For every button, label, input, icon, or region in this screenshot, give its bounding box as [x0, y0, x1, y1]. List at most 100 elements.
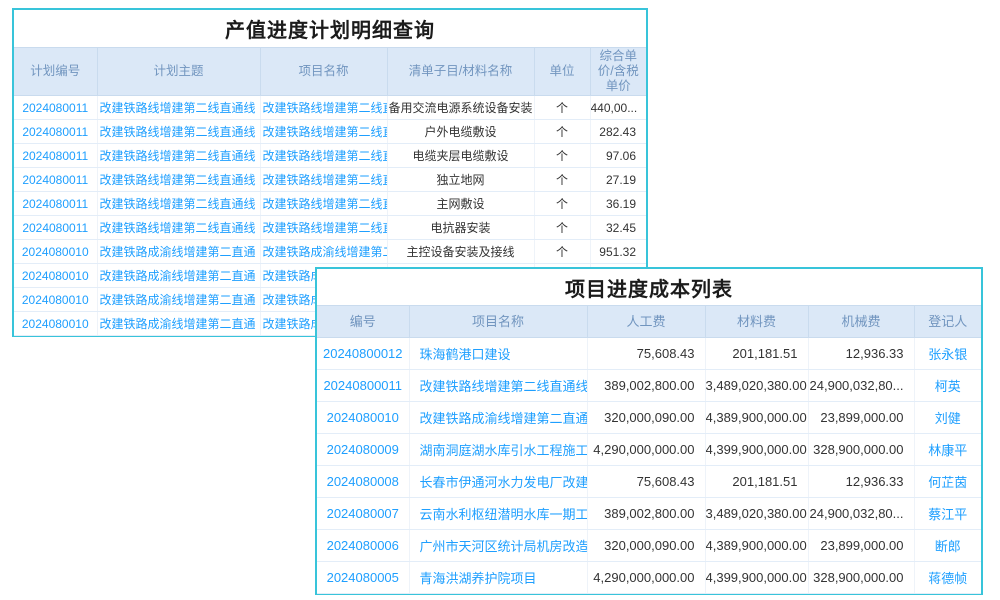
- table-row: 2024080005青海洪湖养护院项目4,290,000,000.004,399…: [317, 562, 981, 594]
- cell-project-name[interactable]: 珠海鹤港口建设: [409, 338, 587, 370]
- column-header: 编号: [317, 306, 409, 338]
- cell-project-name[interactable]: 改建铁路线增建第二线直通线: [260, 192, 387, 216]
- cell-registrant[interactable]: 断郎: [914, 530, 981, 562]
- cell-project-name[interactable]: 改建铁路成渝线增建第二直通...: [409, 402, 587, 434]
- cell-plan-subject[interactable]: 改建铁路线增建第二线直通线: [97, 216, 260, 240]
- column-header: 计划编号: [14, 48, 97, 96]
- cell-project-name[interactable]: 改建铁路线增建第二线直通线: [260, 96, 387, 120]
- cell-item-name: 主网敷设: [387, 192, 534, 216]
- cell-project-name[interactable]: 青海洪湖养护院项目: [409, 562, 587, 594]
- cell-no[interactable]: 20240800011: [317, 370, 409, 402]
- cell-no[interactable]: 2024080007: [317, 498, 409, 530]
- cell-unit: 个: [534, 96, 590, 120]
- cell-registrant[interactable]: 刘健: [914, 402, 981, 434]
- cost-list-panel: 项目进度成本列表 编号项目名称人工费材料费机械费登记人 20240800012珠…: [315, 267, 983, 595]
- cell-project-name[interactable]: 湖南洞庭湖水库引水工程施工...: [409, 434, 587, 466]
- cell-project-name[interactable]: 改建铁路线增建第二线直通线: [260, 120, 387, 144]
- cell-machine-fee: 328,900,000.00: [808, 434, 914, 466]
- cell-plan-no[interactable]: 2024080011: [14, 192, 97, 216]
- cell-plan-no[interactable]: 2024080011: [14, 96, 97, 120]
- cell-no[interactable]: 2024080005: [317, 562, 409, 594]
- cell-project-name[interactable]: 广州市天河区统计局机房改造...: [409, 530, 587, 562]
- cell-registrant[interactable]: 张永银: [914, 338, 981, 370]
- table-header-row: 计划编号计划主题项目名称清单子目/材料名称单位综合单价/含税单价: [14, 48, 646, 96]
- cell-plan-subject[interactable]: 改建铁路成渝线增建第二直通: [97, 240, 260, 264]
- cell-unit-price: 36.19: [590, 192, 646, 216]
- table-row: 20240800012珠海鹤港口建设75,608.43201,181.5112,…: [317, 338, 981, 370]
- cell-no[interactable]: 20240800012: [317, 338, 409, 370]
- cell-labor-fee: 4,290,000,000.00: [587, 434, 705, 466]
- cell-unit-price: 97.06: [590, 144, 646, 168]
- cell-plan-subject[interactable]: 改建铁路成渝线增建第二直通: [97, 312, 260, 336]
- cell-registrant[interactable]: 何芷茵: [914, 466, 981, 498]
- cell-registrant[interactable]: 蔡江平: [914, 498, 981, 530]
- cell-labor-fee: 75,608.43: [587, 338, 705, 370]
- cell-project-name[interactable]: 改建铁路线增建第二线直通线...: [409, 370, 587, 402]
- cell-plan-no[interactable]: 2024080010: [14, 240, 97, 264]
- cell-registrant[interactable]: 蒋德帧: [914, 562, 981, 594]
- table-row: 2024080011改建铁路线增建第二线直通线改建铁路线增建第二线直通线户外电缆…: [14, 120, 646, 144]
- cell-registrant[interactable]: 柯英: [914, 370, 981, 402]
- column-header: 人工费: [587, 306, 705, 338]
- column-header: 清单子目/材料名称: [387, 48, 534, 96]
- table-row: 2024080010改建铁路成渝线增建第二直通...320,000,090.00…: [317, 402, 981, 434]
- table-row: 20240800011改建铁路线增建第二线直通线...389,002,800.0…: [317, 370, 981, 402]
- cell-item-name: 备用交流电源系统设备安装: [387, 96, 534, 120]
- cell-machine-fee: 24,900,032,80...: [808, 498, 914, 530]
- cell-plan-subject[interactable]: 改建铁路线增建第二线直通线: [97, 96, 260, 120]
- cell-plan-subject[interactable]: 改建铁路线增建第二线直通线: [97, 120, 260, 144]
- cell-project-name[interactable]: 长春市伊通河水力发电厂改建...: [409, 466, 587, 498]
- panel-title: 项目进度成本列表: [317, 269, 981, 305]
- cell-item-name: 户外电缆敷设: [387, 120, 534, 144]
- cell-unit-price: 951.32: [590, 240, 646, 264]
- cell-plan-subject[interactable]: 改建铁路线增建第二线直通线: [97, 168, 260, 192]
- cell-unit: 个: [534, 192, 590, 216]
- cell-no[interactable]: 2024080009: [317, 434, 409, 466]
- column-header: 计划主题: [97, 48, 260, 96]
- cell-plan-no[interactable]: 2024080011: [14, 168, 97, 192]
- cell-plan-no[interactable]: 2024080010: [14, 312, 97, 336]
- table-row: 2024080009湖南洞庭湖水库引水工程施工...4,290,000,000.…: [317, 434, 981, 466]
- cell-no[interactable]: 2024080008: [317, 466, 409, 498]
- table-row: 2024080010改建铁路成渝线增建第二直通改建铁路成渝线增建第二直通主控设备…: [14, 240, 646, 264]
- cell-no[interactable]: 2024080006: [317, 530, 409, 562]
- cell-material-fee: 201,181.51: [705, 466, 808, 498]
- cell-unit-price: 282.43: [590, 120, 646, 144]
- cell-labor-fee: 320,000,090.00: [587, 530, 705, 562]
- cell-plan-no[interactable]: 2024080011: [14, 120, 97, 144]
- cell-plan-no[interactable]: 2024080010: [14, 264, 97, 288]
- cell-project-name[interactable]: 改建铁路线增建第二线直通线: [260, 144, 387, 168]
- table-row: 2024080008长春市伊通河水力发电厂改建...75,608.43201,1…: [317, 466, 981, 498]
- table-row: 2024080006广州市天河区统计局机房改造...320,000,090.00…: [317, 530, 981, 562]
- cell-machine-fee: 23,899,000.00: [808, 402, 914, 434]
- cell-material-fee: 4,389,900,000.00: [705, 530, 808, 562]
- cell-plan-subject[interactable]: 改建铁路成渝线增建第二直通: [97, 288, 260, 312]
- cell-registrant[interactable]: 林康平: [914, 434, 981, 466]
- cell-machine-fee: 12,936.33: [808, 466, 914, 498]
- cell-labor-fee: 389,002,800.00: [587, 498, 705, 530]
- cell-labor-fee: 389,002,800.00: [587, 370, 705, 402]
- cell-labor-fee: 75,608.43: [587, 466, 705, 498]
- cell-project-name[interactable]: 云南水利枢纽潜明水库一期工...: [409, 498, 587, 530]
- cell-plan-no[interactable]: 2024080010: [14, 288, 97, 312]
- cell-material-fee: 4,399,900,000.00: [705, 562, 808, 594]
- column-header: 综合单价/含税单价: [590, 48, 646, 96]
- cell-material-fee: 201,181.51: [705, 338, 808, 370]
- cell-plan-no[interactable]: 2024080011: [14, 216, 97, 240]
- cell-unit-price: 27.19: [590, 168, 646, 192]
- cell-project-name[interactable]: 改建铁路成渝线增建第二直通: [260, 240, 387, 264]
- cell-machine-fee: 24,900,032,80...: [808, 370, 914, 402]
- cell-unit: 个: [534, 240, 590, 264]
- column-header: 登记人: [914, 306, 981, 338]
- table-header-row: 编号项目名称人工费材料费机械费登记人: [317, 306, 981, 338]
- cell-no[interactable]: 2024080010: [317, 402, 409, 434]
- table-row: 2024080011改建铁路线增建第二线直通线改建铁路线增建第二线直通线备用交流…: [14, 96, 646, 120]
- cell-plan-subject[interactable]: 改建铁路成渝线增建第二直通: [97, 264, 260, 288]
- cell-unit-price: 440,00...: [590, 96, 646, 120]
- cell-unit: 个: [534, 120, 590, 144]
- cell-project-name[interactable]: 改建铁路线增建第二线直通线: [260, 216, 387, 240]
- cell-plan-subject[interactable]: 改建铁路线增建第二线直通线: [97, 144, 260, 168]
- cell-project-name[interactable]: 改建铁路线增建第二线直通线: [260, 168, 387, 192]
- cell-plan-no[interactable]: 2024080011: [14, 144, 97, 168]
- cell-plan-subject[interactable]: 改建铁路线增建第二线直通线: [97, 192, 260, 216]
